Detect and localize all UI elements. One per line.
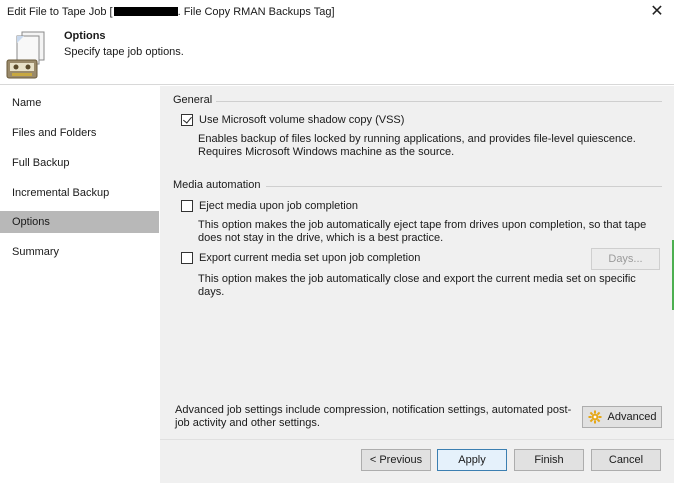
wizard-header: Options Specify tape job options.: [0, 24, 674, 85]
sidebar-item-summary[interactable]: Summary: [0, 241, 159, 263]
gear-icon: [588, 410, 602, 424]
previous-button[interactable]: < Previous: [361, 449, 431, 471]
eject-media-label[interactable]: Eject media upon job completion: [199, 200, 358, 212]
days-button[interactable]: Days...: [591, 248, 660, 270]
sidebar-item-name[interactable]: Name: [0, 92, 159, 114]
window-title-prefix: Edit File to Tape Job [: [7, 6, 113, 18]
general-group-title: General: [173, 94, 213, 106]
vss-description: Enables backup of files locked by runnin…: [198, 133, 636, 158]
sidebar-item-incremental-backup[interactable]: Incremental Backup: [0, 182, 159, 204]
cancel-button[interactable]: Cancel: [591, 449, 661, 471]
advanced-button[interactable]: Advanced: [582, 406, 662, 428]
sidebar-item-full-backup[interactable]: Full Backup: [0, 152, 159, 174]
sidebar-item-files-and-folders[interactable]: Files and Folders: [0, 122, 159, 144]
eject-media-option[interactable]: Eject media upon job completion: [181, 199, 358, 213]
tape-job-icon: [6, 31, 45, 79]
apply-button[interactable]: Apply: [437, 449, 507, 471]
vss-label[interactable]: Use Microsoft volume shadow copy (VSS): [199, 114, 404, 126]
sidebar-item-options[interactable]: Options: [0, 211, 159, 233]
export-media-option[interactable]: Export current media set upon job comple…: [181, 251, 420, 265]
advanced-settings-note: Advanced job settings include compressio…: [175, 404, 572, 429]
advanced-button-label: Advanced: [607, 411, 657, 423]
finish-button[interactable]: Finish: [514, 449, 584, 471]
redacted-text: [113, 7, 178, 16]
eject-media-checkbox[interactable]: [181, 200, 193, 212]
window-title: Edit File to Tape Job [ . File Copy RMAN …: [7, 6, 335, 18]
window-title-suffix: . File Copy RMAN Backups Tag]: [177, 6, 335, 18]
eject-media-description: This option makes the job automatically …: [198, 219, 647, 244]
export-media-description: This option makes the job automatically …: [198, 273, 636, 298]
divider: [216, 101, 662, 102]
page-subtitle: Specify tape job options.: [64, 46, 184, 58]
export-media-label[interactable]: Export current media set upon job comple…: [199, 252, 420, 264]
media-automation-group-title: Media automation: [173, 179, 261, 191]
options-panel: General Use Microsoft volume shadow copy…: [160, 86, 674, 439]
wizard-footer: < Previous Apply Finish Cancel: [160, 439, 674, 483]
page-title: Options: [64, 30, 106, 42]
title-bar: Edit File to Tape Job [ . File Copy RMAN …: [0, 0, 674, 24]
wizard-steps: Name Files and Folders Full Backup Incre…: [0, 86, 160, 483]
close-icon[interactable]: ✕: [646, 1, 668, 23]
vss-checkbox[interactable]: [181, 114, 193, 126]
export-media-checkbox[interactable]: [181, 252, 193, 264]
vss-option[interactable]: Use Microsoft volume shadow copy (VSS): [181, 113, 404, 127]
divider: [266, 186, 662, 187]
